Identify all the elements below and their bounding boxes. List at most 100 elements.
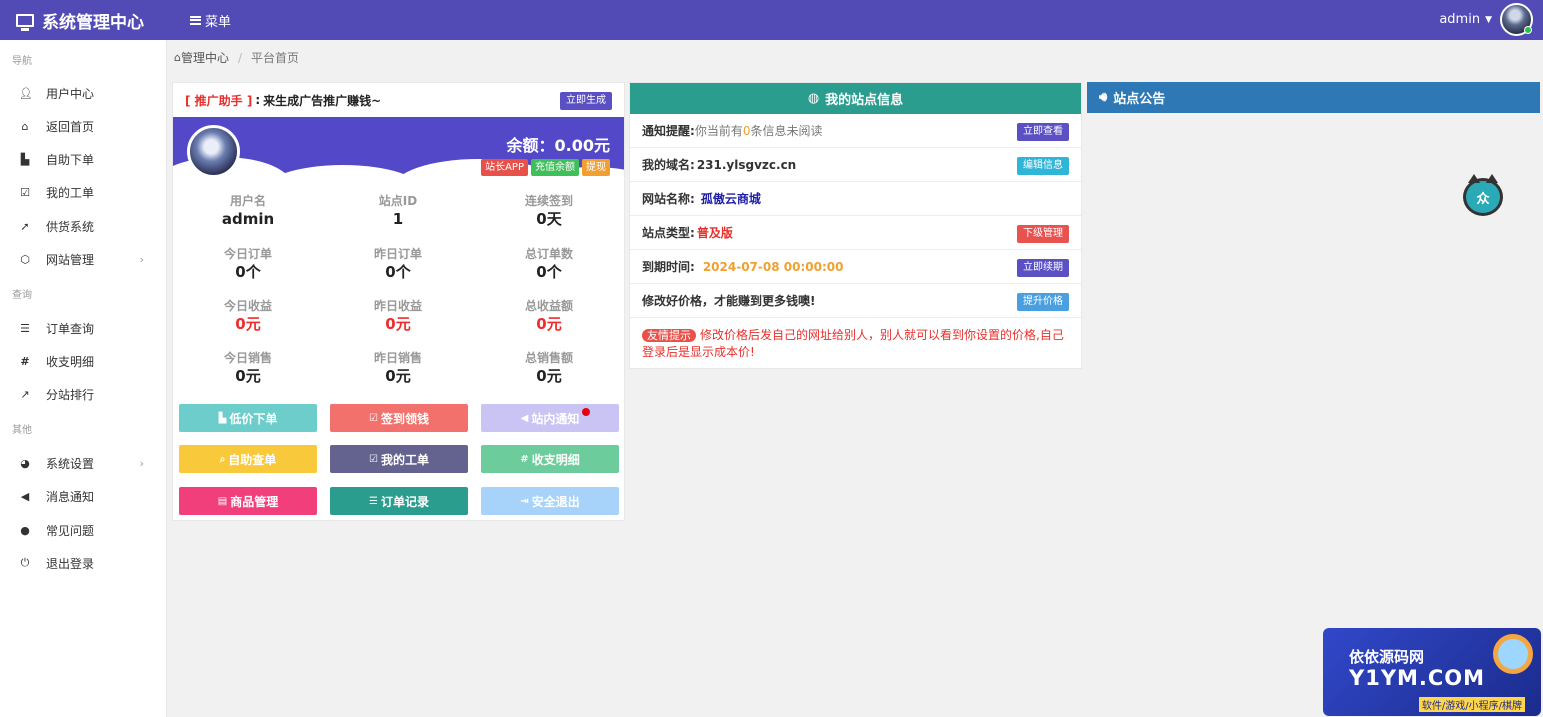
app-title: 系统管理中心 [42,12,144,33]
watermark-line3: 软件/游戏/小程序/棋牌 [1418,697,1525,712]
sidebar-item-tickets[interactable]: ☑ 我的工单 [0,179,166,205]
stat-today-orders: 今日订单 0个 [173,246,323,282]
sidebar-item-label: 订单查询 [46,321,95,336]
cheap-order-button[interactable]: ▙ 低价下单 [179,404,317,432]
sidebar-item-order-query[interactable]: ☰ 订单查询 [0,315,166,341]
stat-value: 0天 [536,210,562,228]
cart-icon: ▙ [20,152,30,166]
floating-service-icon[interactable]: 众 [1463,174,1503,216]
avatar[interactable] [1500,3,1533,36]
stat-label: 昨日订单 [373,247,422,261]
sidebar-item-label: 用户中心 [46,86,95,101]
sidebar-item-user-center[interactable]: 👤︎ 用户中心 [0,80,166,106]
recharge-button[interactable]: 充值余额 [531,159,579,176]
bullhorn-icon: ◀ [20,489,30,503]
account-actions: 站长APP 充值余额 提现 [481,159,610,176]
sidebar-item-label: 退出登录 [46,556,95,571]
globe-icon: ◍ [807,91,820,106]
stat-total-sales: 总销售额 0元 [474,350,624,386]
home-icon: ⌂ [21,119,29,133]
stat-label: 总收益额 [524,299,573,313]
cube-icon: ⬡ [20,252,30,266]
product-manage-button[interactable]: ▤ 商品管理 [179,487,317,515]
button-label: 收支明细 [531,452,580,467]
sidebar-item-finance[interactable]: # 收支明细 [0,348,166,374]
stat-label: 今日收益 [223,299,272,313]
row-notify: 通知提醒: 你当前有0条信息未阅读 立即查看 [630,114,1081,148]
stat-label: 总订单数 [524,247,573,261]
sidebar-item-messages[interactable]: ◀ 消息通知 [0,483,166,509]
breadcrumb-current: 平台首页 [251,51,300,65]
edit-info-button[interactable]: 编辑信息 [1017,157,1069,175]
sidebar-item-supply[interactable]: ➚ 供货系统 [0,213,166,239]
sidebar-item-label: 我的工单 [46,185,95,200]
checkin-button[interactable]: ☑ 签到领钱 [330,404,468,432]
floating-service-label: 众 [1476,191,1490,207]
row-label: 网站名称: [642,192,695,206]
breadcrumb: ⌂ 管理中心 / 平台首页 [174,49,299,66]
checkbox-icon: ☑ [369,412,378,424]
my-tickets-button[interactable]: ☑ 我的工单 [330,445,468,473]
stat-value: 0个 [235,263,261,281]
stat-value: 0元 [385,315,411,333]
button-label: 商品管理 [230,494,279,509]
table-icon: ▤ [217,495,228,507]
site-notice-button[interactable]: ◀ 站内通知 [481,404,619,432]
owner-app-button[interactable]: 站长APP [481,159,528,176]
finance-detail-button[interactable]: # 收支明细 [481,445,619,473]
list-icon: ☰ [369,495,378,507]
sidebar-item-site-manage[interactable]: ⬡ 网站管理 › [0,246,166,272]
username: admin [1439,12,1481,27]
avatar [187,125,240,178]
sidebar-item-label: 分站排行 [46,387,95,402]
sidebar-item-settings[interactable]: ◕ 系统设置 › [0,450,166,476]
order-records-button[interactable]: ☰ 订单记录 [330,487,468,515]
stat-site-id: 站点ID 1 [323,193,473,229]
button-label: 低价下单 [229,411,278,426]
self-query-button[interactable]: ⌕ 自助查单 [179,445,317,473]
user-menu[interactable]: admin ▼ [1439,3,1533,36]
tip-text: 修改价格后发自己的网址给别人，别人就可以看到你设置的价格,自己登录后是显示成本价… [642,328,1064,359]
safe-logout-button[interactable]: ⇥ 安全退出 [481,487,619,515]
stat-label: 昨日收益 [373,299,422,313]
sub-manage-button[interactable]: 下级管理 [1017,225,1069,243]
row-site-name: 网站名称: 孤傲云商城 [630,182,1081,216]
volume-icon: 🔊︎ [1099,90,1108,105]
menu-label: 菜单 [205,14,232,30]
stat-total-orders: 总订单数 0个 [474,246,624,282]
renew-button[interactable]: 立即续期 [1017,259,1069,277]
stat-label: 站点ID [378,194,418,208]
sidebar-item-home[interactable]: ⌂ 返回首页 [0,113,166,139]
stat-username: 用户名 admin [173,193,323,229]
stat-label: 今日订单 [223,247,272,261]
hash-icon: # [20,354,30,368]
withdraw-button[interactable]: 提现 [582,159,610,176]
online-status-dot [1524,26,1532,34]
stat-value: 0个 [536,263,562,281]
brand[interactable]: 系统管理中心 [0,0,168,40]
stat-value: 0元 [536,315,562,333]
announcement-panel: 🔊︎ 站点公告 [1087,82,1540,114]
menu-toggle-button[interactable]: 菜单 [190,11,231,30]
promo-tag: [ 推广助手 ] [185,93,253,108]
panel-header: ◍ 我的站点信息 [630,83,1081,114]
watermark-banner: 依依源码网 Y1YM.COM 软件/游戏/小程序/棋牌 [1323,628,1541,716]
sidebar-item-faq[interactable]: ● 常见问题 [0,517,166,543]
panel-header: 🔊︎ 站点公告 [1087,82,1540,113]
sidebar-item-logout[interactable]: ⏻ 退出登录 [0,550,166,576]
stat-label: 昨日销售 [373,351,422,365]
row-label: 到期时间: [642,260,695,274]
raise-price-button[interactable]: 提升价格 [1017,293,1069,311]
view-now-button[interactable]: 立即查看 [1017,123,1069,141]
generate-ad-button[interactable]: 立即生成 [560,92,612,110]
sidebar-item-ranking[interactable]: ↗ 分站排行 [0,381,166,407]
bullhorn-icon: ◀ [520,412,529,424]
breadcrumb-home-link[interactable]: 管理中心 [181,49,229,66]
stat-total-income: 总收益额 0元 [474,298,624,334]
row-value: 2024-07-08 00:00:00 [702,259,844,274]
sidebar-item-label: 网站管理 [46,252,95,267]
sidebar-item-order[interactable]: ▙ 自助下单 [0,146,166,172]
home-icon: ⌂ [174,51,181,64]
caret-down-icon: ▼ [1485,14,1492,25]
breadcrumb-separator: / [238,50,243,65]
